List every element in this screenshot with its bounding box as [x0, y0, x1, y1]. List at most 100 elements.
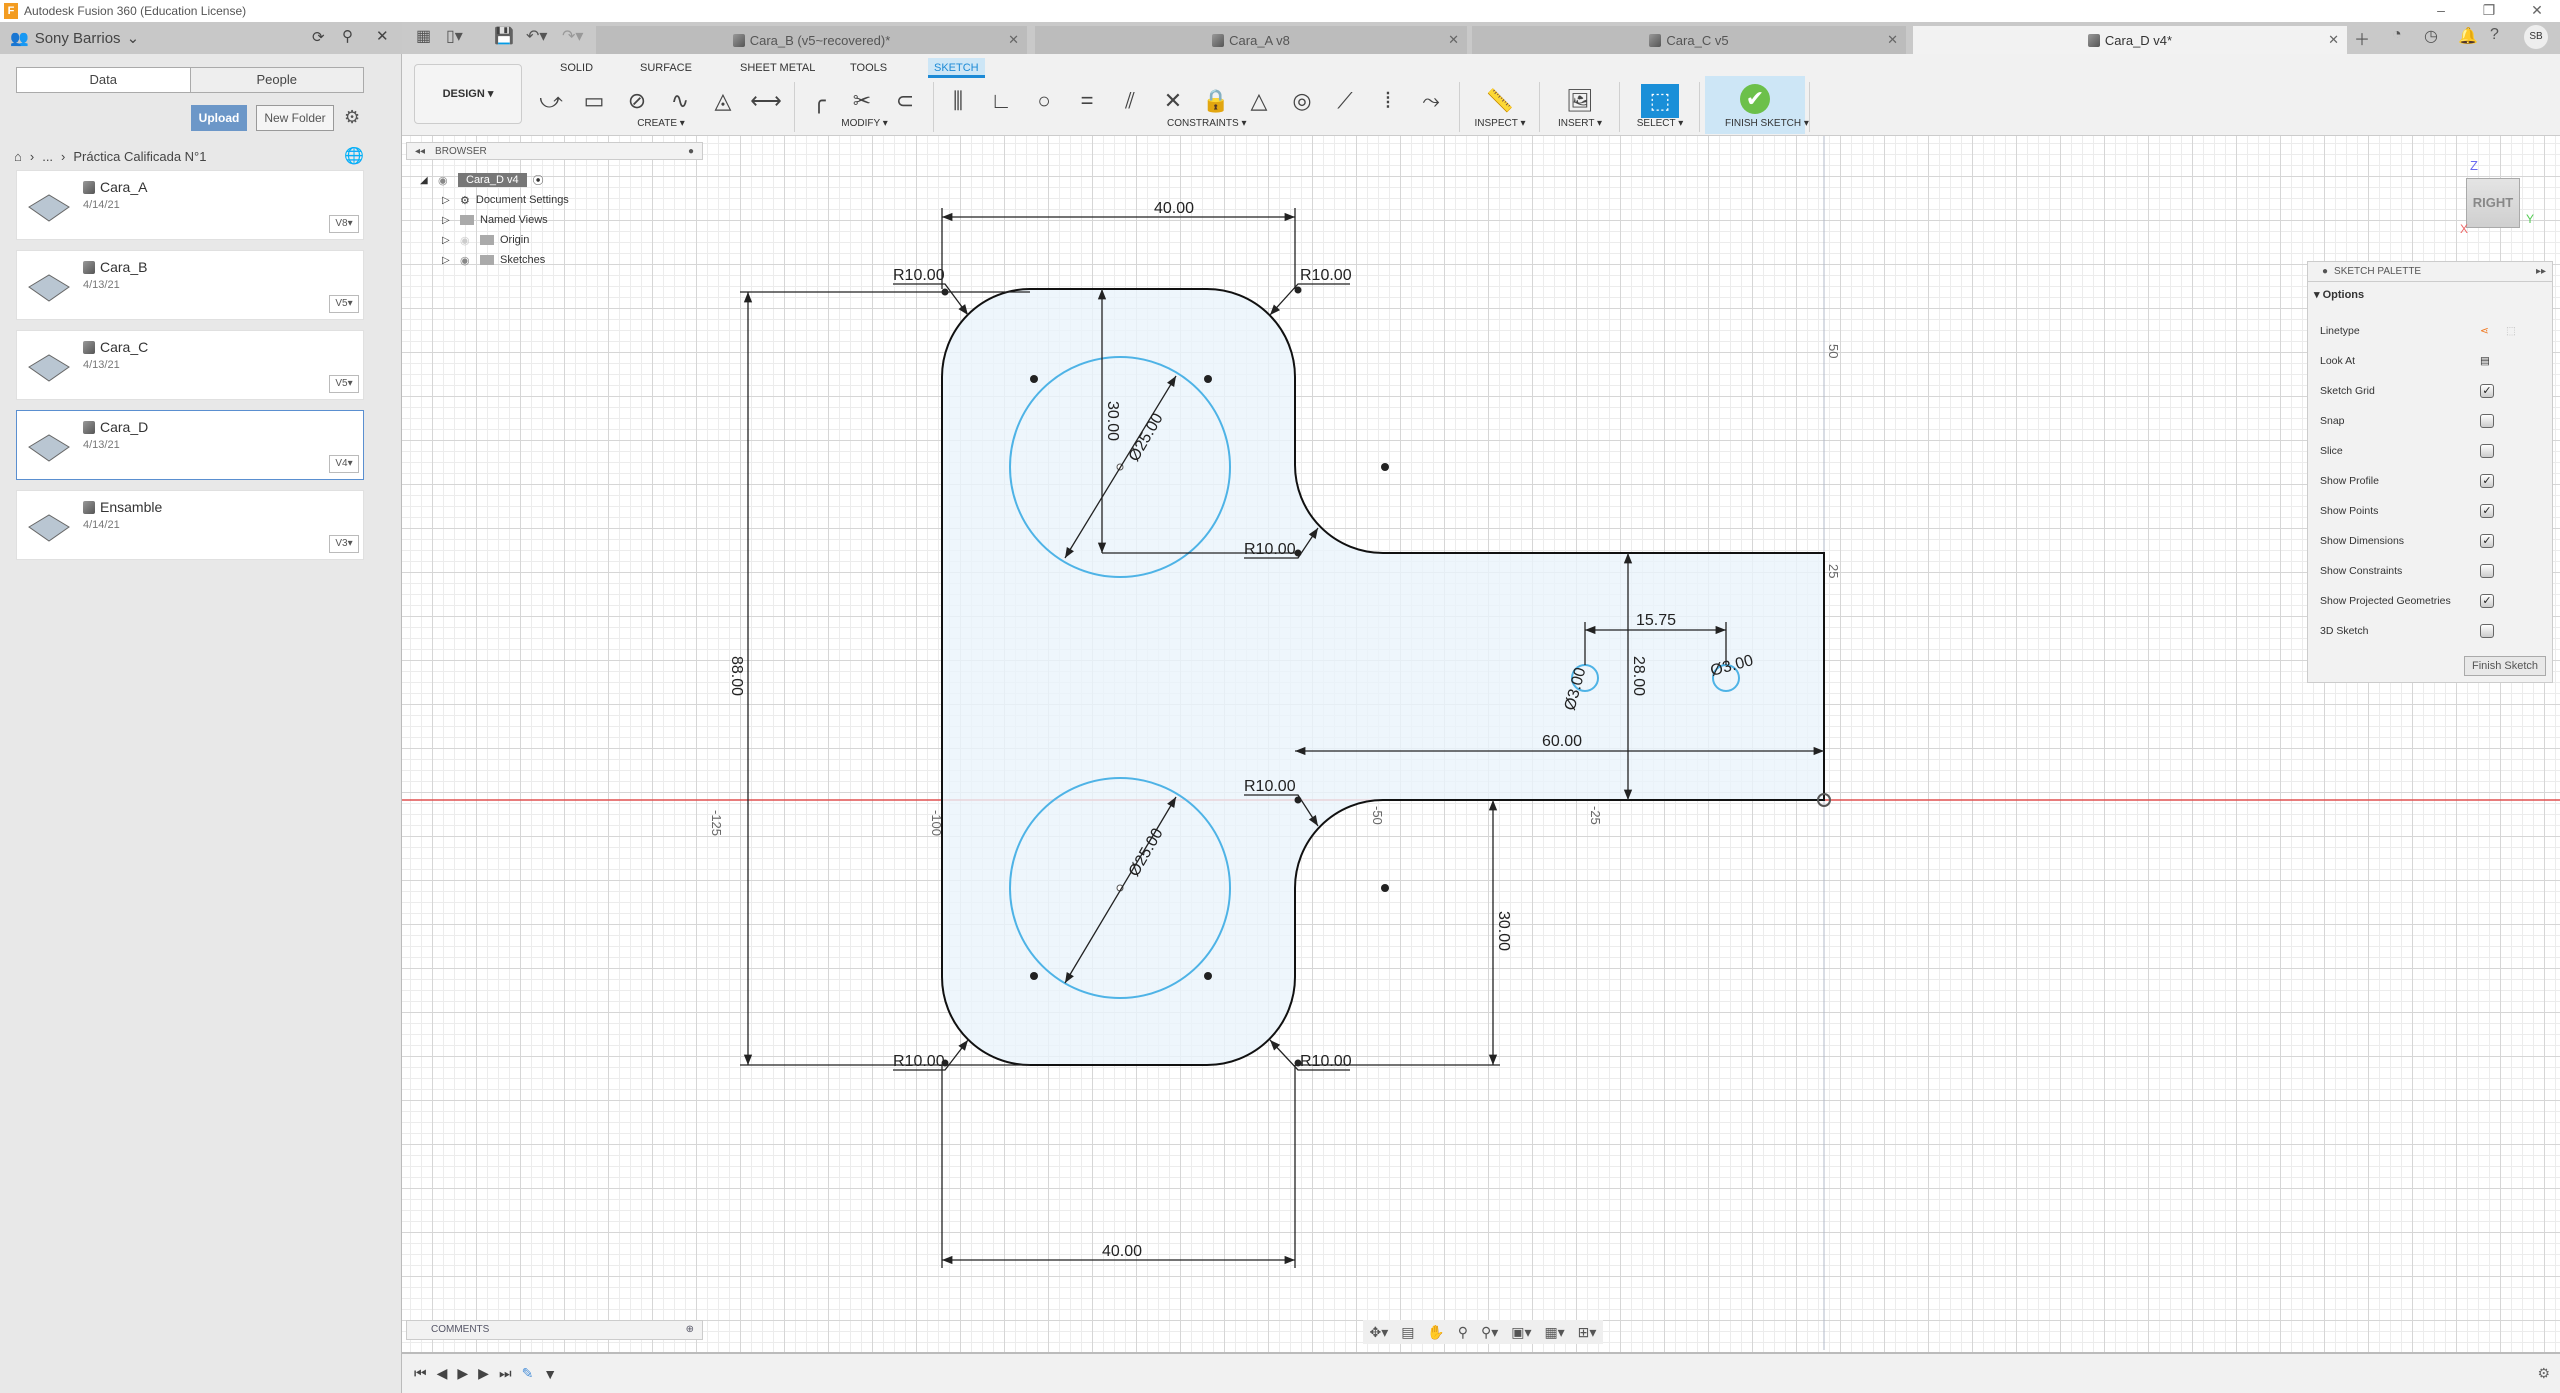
timeline-sketch-feature-icon[interactable]: ✎ [522, 1365, 534, 1382]
version-dropdown[interactable]: V5▾ [329, 295, 359, 313]
user-menu[interactable]: Sony Barrios [35, 30, 121, 47]
group-label[interactable]: MODIFY ▾ [835, 118, 895, 129]
group-label[interactable]: FINISH SKETCH ▾ [1725, 118, 1809, 129]
version-dropdown[interactable]: V8▾ [329, 215, 359, 233]
mirror-tool-button[interactable]: ◬ [704, 84, 742, 118]
redo-icon[interactable]: ↷▾ [562, 26, 583, 46]
fit-icon[interactable]: ⚲▾ [1481, 1324, 1498, 1341]
add-comment-icon[interactable]: ⊕ [686, 1321, 694, 1339]
browser-root[interactable]: ◢ ◉ Cara_D v4 ⦿ [420, 170, 569, 190]
maximize-button[interactable]: ❐ [2474, 0, 2504, 20]
trim-tool-button[interactable]: ✂ [843, 84, 881, 118]
group-label[interactable]: CREATE ▾ [631, 118, 691, 129]
go-to-end-icon[interactable]: ⏭ [499, 1365, 512, 1382]
job-status-icon[interactable]: ◔ [2392, 26, 2402, 44]
checkbox[interactable]: ✓ [2480, 384, 2494, 398]
checkbox[interactable] [2480, 564, 2494, 578]
file-name[interactable]: Ensamble [83, 499, 162, 515]
symmetry-tool-button[interactable]: ⦙ [1369, 84, 1407, 118]
file-card[interactable]: Cara_D 4/13/21 V4▾ [16, 410, 364, 480]
clock-icon[interactable]: ◷ [2424, 26, 2438, 46]
timeline-settings-gear-icon[interactable]: ⚙ [2537, 1365, 2550, 1382]
sketch-canvas[interactable] [402, 136, 2560, 1352]
version-dropdown[interactable]: V3▾ [329, 535, 359, 553]
close-tab-icon[interactable]: ✕ [1008, 32, 1019, 48]
browser-item-document-settings[interactable]: ▷ ⚙ Document Settings [420, 190, 569, 210]
upload-button[interactable]: Upload [191, 105, 247, 131]
workspace-switcher[interactable]: DESIGN ▾ [414, 64, 522, 124]
tab-surface[interactable]: SURFACE [634, 58, 698, 78]
new-tab-plus-icon[interactable]: ＋ [2354, 26, 2370, 50]
spline-tool-button[interactable]: ∿ [661, 84, 699, 118]
circle-tool-button[interactable]: ⊘ [618, 84, 656, 118]
file-name[interactable]: Cara_A [83, 179, 147, 195]
parallel-tool-button[interactable]: ⫽ [1111, 84, 1149, 118]
sketch-dimension-tool-button[interactable]: ⟷ [747, 84, 785, 118]
triangle-tool-button[interactable]: △ [1240, 84, 1278, 118]
select-tool-button[interactable]: ⬚ [1641, 84, 1679, 118]
browser-item-named-views[interactable]: ▷ Named Views [420, 210, 569, 230]
breadcrumb-ellipsis[interactable]: ... [42, 149, 53, 164]
chevron-down-icon[interactable]: ⌄ [127, 29, 140, 47]
file-card[interactable]: Ensamble 4/14/21 V3▾ [16, 490, 364, 560]
tab-solid[interactable]: SOLID [554, 58, 599, 78]
tab-data[interactable]: Data [17, 68, 191, 92]
apps-grid-icon[interactable]: ▦ [416, 26, 431, 46]
display-settings-icon[interactable]: ▣▾ [1511, 1324, 1531, 1341]
viewports-icon[interactable]: ⊞▾ [1578, 1324, 1597, 1341]
fix-tool-button[interactable]: ⫼ [939, 84, 977, 118]
construction-linetype-icon[interactable]: ⋖ [2480, 320, 2489, 342]
avatar[interactable]: SB [2524, 25, 2548, 49]
eye-icon[interactable]: ◉ [438, 174, 452, 187]
checkbox[interactable]: ✓ [2480, 474, 2494, 488]
line-tool-button[interactable]: ⤻ [532, 84, 570, 118]
tangent-tool-button[interactable]: ○ [1025, 84, 1063, 118]
group-label[interactable]: INSPECT ▾ [1470, 118, 1530, 129]
save-icon[interactable]: 💾 [494, 26, 514, 46]
file-card[interactable]: Cara_A 4/14/21 V8▾ [16, 170, 364, 240]
fillet-tool-button[interactable]: ╭ [800, 84, 838, 118]
viewcube-face-right[interactable]: RIGHT [2473, 195, 2513, 210]
collapse-browser-icon[interactable]: ◂◂ [415, 146, 425, 157]
tab-sheet-metal[interactable]: SHEET METAL [734, 58, 821, 78]
group-label[interactable]: SELECT ▾ [1630, 118, 1690, 129]
palette-finish-sketch-button[interactable]: Finish Sketch [2464, 656, 2546, 676]
offset-tool-button[interactable]: ⊂ [886, 84, 924, 118]
undo-icon[interactable]: ↶▾ [526, 26, 547, 46]
checkbox[interactable]: ✓ [2480, 594, 2494, 608]
comments-panel[interactable]: COMMENTS ⊕ [406, 1320, 703, 1340]
insert-image-tool-button[interactable]: 🖼 [1561, 84, 1599, 118]
close-panel-icon[interactable]: ✕ [376, 27, 389, 45]
pan-hand-icon[interactable]: ✋ [1427, 1324, 1444, 1341]
tab-people[interactable]: People [191, 68, 364, 92]
doc-tab[interactable]: Cara_D v4* ✕ [1913, 26, 2347, 54]
close-tab-icon[interactable]: ✕ [1887, 32, 1898, 48]
collapse-triangle-icon[interactable]: ◢ [420, 175, 432, 186]
help-icon[interactable]: ? [2490, 26, 2499, 44]
eye-hidden-icon[interactable]: ◉ [460, 234, 474, 247]
equal-tool-button[interactable]: = [1068, 84, 1106, 118]
checkbox[interactable]: ✓ [2480, 534, 2494, 548]
file-name[interactable]: Cara_B [83, 259, 147, 275]
tab-sketch[interactable]: SKETCH [928, 58, 985, 78]
close-window-button[interactable]: ✕ [2522, 0, 2552, 20]
expand-icon[interactable]: ▷ [442, 235, 454, 246]
checkbox[interactable] [2480, 624, 2494, 638]
version-dropdown[interactable]: V4▾ [329, 455, 359, 473]
grid-settings-icon[interactable]: ▦▾ [1544, 1324, 1564, 1341]
look-at-icon[interactable]: ▤ [2480, 350, 2490, 372]
doc-tab[interactable]: Cara_A v8 ✕ [1035, 26, 1467, 54]
bell-icon[interactable]: 🔔 [2458, 26, 2478, 46]
file-card[interactable]: Cara_C 4/13/21 V5▾ [16, 330, 364, 400]
curvature-tool-button[interactable]: ⤳ [1412, 84, 1450, 118]
file-name[interactable]: Cara_D [83, 419, 148, 435]
eye-icon[interactable]: ◉ [460, 254, 474, 267]
globe-icon[interactable]: 🌐 [344, 146, 364, 166]
version-dropdown[interactable]: V5▾ [329, 375, 359, 393]
browser-pin-icon[interactable]: ● [688, 146, 694, 157]
close-tab-icon[interactable]: ✕ [2328, 32, 2339, 48]
browser-item-sketches[interactable]: ▷ ◉ Sketches [420, 250, 569, 270]
checkbox[interactable] [2480, 414, 2494, 428]
home-icon[interactable]: ⌂ [14, 149, 22, 164]
search-icon[interactable]: ⚲ [342, 27, 353, 45]
